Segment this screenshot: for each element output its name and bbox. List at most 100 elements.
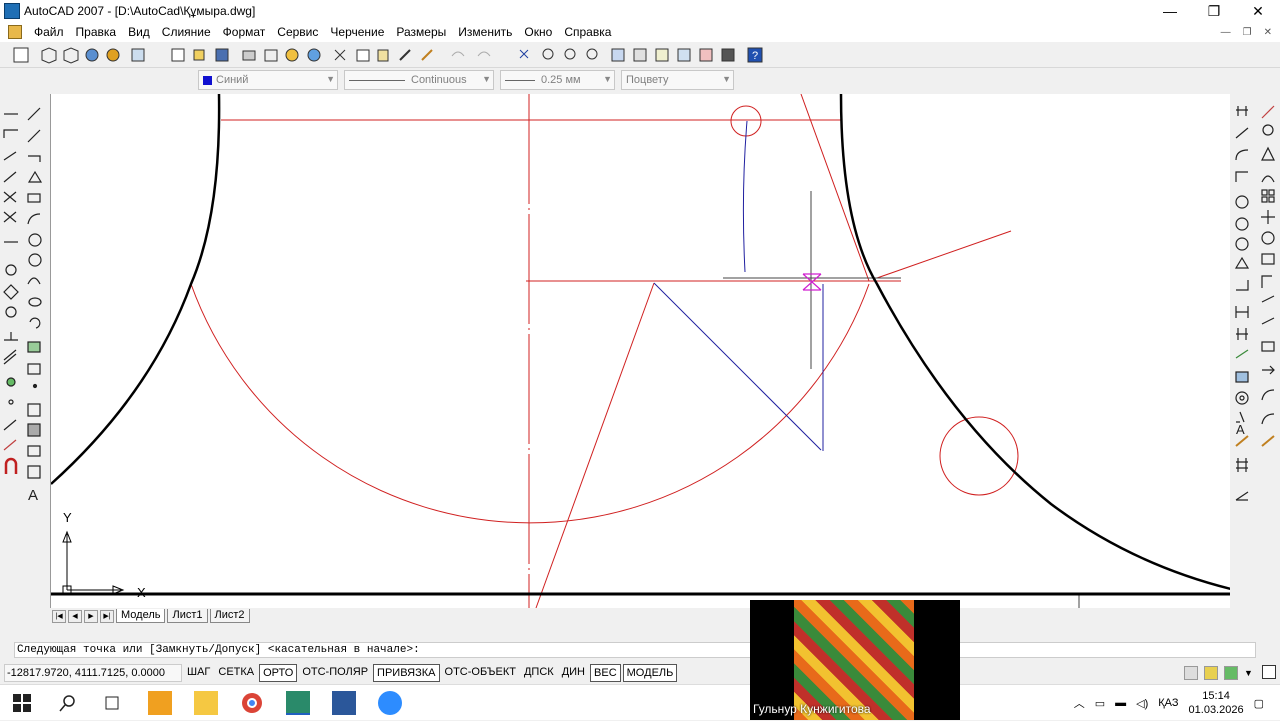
slanted-construction-line	[535, 282, 655, 608]
lineweight-sample-icon	[505, 79, 535, 81]
search-icon[interactable]	[56, 691, 80, 715]
menu-help[interactable]: Справка	[558, 25, 617, 39]
volume-icon[interactable]: ◁)	[1136, 697, 1148, 710]
chevron-down-icon: ▼	[722, 74, 731, 84]
menu-dimension[interactable]: Размеры	[390, 25, 452, 39]
plotstyle-value: Поцвету	[626, 74, 669, 86]
ucs-y-label: Y	[63, 510, 72, 525]
clock-date: 01.03.2026	[1188, 704, 1244, 716]
doc-minimize-button[interactable]: —	[1221, 27, 1231, 38]
participant-name: Гульнур Кунжигитова	[753, 702, 871, 716]
toggle-ducs[interactable]: ДПСК	[521, 664, 557, 682]
document-icon[interactable]	[8, 25, 22, 39]
ucs-icon	[62, 530, 125, 595]
menu-tools[interactable]: Сервис	[271, 25, 324, 39]
toggle-snap[interactable]: ШАГ	[184, 664, 213, 682]
minimize-button[interactable]: —	[1148, 0, 1192, 22]
layout-tabs-bar: |◀ ◀ ▶ ▶| Модель Лист1 Лист2	[50, 608, 1230, 624]
chevron-down-icon: ▼	[482, 74, 491, 84]
first-tab-button[interactable]: |◀	[52, 609, 66, 623]
drawing-canvas[interactable]: Y X	[50, 94, 1230, 608]
sublime-app-icon[interactable]	[148, 691, 172, 715]
autocad-app-icon[interactable]	[4, 3, 20, 19]
coordinates-display[interactable]: -12817.9720, 4111.7125, 0.0000	[4, 664, 182, 682]
toggle-ortho[interactable]: ОРТО	[259, 664, 298, 682]
command-prompt[interactable]: Следующая точка или [Замкнуть/Допуск] <к…	[14, 642, 1256, 658]
ucs-x-label: X	[137, 585, 146, 600]
menu-window[interactable]: Окно	[518, 25, 558, 39]
status-check-icon[interactable]	[1224, 666, 1238, 680]
doc-close-button[interactable]: ✕	[1264, 27, 1272, 38]
menu-bar: Файл Правка Вид Слияние Формат Сервис Че…	[0, 22, 1280, 42]
notifications-icon[interactable]: ▢	[1254, 697, 1264, 710]
toggle-lwt[interactable]: ВЕС	[590, 664, 621, 682]
toggle-dyn[interactable]: ДИН	[559, 664, 588, 682]
linetype-select[interactable]: Continuous ▼	[344, 70, 494, 90]
plotstyle-select[interactable]: Поцвету ▼	[621, 70, 734, 90]
tray-settings-icon[interactable]	[1184, 666, 1198, 680]
toggle-grid[interactable]: СЕТКА	[215, 664, 257, 682]
word-icon[interactable]	[332, 691, 356, 715]
menu-format[interactable]: Формат	[217, 25, 272, 39]
lineweight-select[interactable]: 0.25 мм ▼	[500, 70, 615, 90]
title-bar: AutoCAD 2007 - [D:\AutoCad\Құмыра.dwg] —…	[0, 0, 1280, 22]
menu-draw[interactable]: Черчение	[324, 25, 390, 39]
windows-start-icon[interactable]	[10, 691, 34, 715]
menu-view[interactable]: Вид	[122, 25, 156, 39]
vase-left-profile	[51, 94, 221, 485]
clock[interactable]: 15:14 01.03.2026	[1189, 689, 1244, 717]
zoom-icon[interactable]	[378, 691, 402, 715]
modify-toolbar: A	[1230, 92, 1280, 622]
toggle-model[interactable]: МОДЕЛЬ	[622, 664, 678, 682]
menu-file[interactable]: Файл	[28, 25, 70, 39]
chevron-down-icon[interactable]: ▼	[1244, 668, 1253, 678]
modify-tool-icons[interactable]: A	[1230, 102, 1280, 522]
system-tray: ︿ ▭ ▬ ◁) ҚАЗ 15:14 01.03.2026 ▢	[1074, 685, 1264, 721]
clean-screen-icon[interactable]	[1262, 665, 1276, 679]
right-construction-circle	[939, 416, 1019, 496]
toggle-osnap[interactable]: ПРИВЯЗКА	[373, 664, 440, 682]
language-indicator[interactable]: ҚАЗ	[1158, 697, 1178, 709]
menu-merge[interactable]: Слияние	[156, 25, 217, 39]
tab-layout2[interactable]: Лист2	[209, 609, 250, 623]
restore-button[interactable]: ❐	[1192, 0, 1236, 22]
menu-edit[interactable]: Правка	[70, 25, 123, 39]
tab-model[interactable]: Модель	[116, 609, 166, 623]
color-value: Синий	[216, 74, 249, 86]
close-button[interactable]: ✕	[1236, 0, 1280, 22]
draw-tool-icons[interactable]: A	[0, 102, 48, 502]
lineweight-value: 0.25 мм	[541, 74, 581, 86]
linetype-value: Continuous	[411, 74, 467, 86]
tangent-line	[876, 230, 1012, 279]
standard-toolbar: ?	[0, 42, 1280, 68]
network-icon[interactable]: ▭	[1095, 697, 1105, 710]
chrome-icon[interactable]	[240, 691, 264, 715]
prev-tab-button[interactable]: ◀	[68, 609, 82, 623]
clock-time: 15:14	[1202, 690, 1230, 702]
last-tab-button[interactable]: ▶|	[100, 609, 114, 623]
svg-text:A: A	[28, 487, 38, 502]
tab-layout1[interactable]: Лист1	[167, 609, 208, 623]
color-select[interactable]: Синий ▼	[198, 70, 338, 90]
battery-icon[interactable]: ▬	[1115, 697, 1126, 709]
lock-icon[interactable]	[1204, 666, 1218, 680]
toggle-otrack[interactable]: ОТС-ОБЪЕКТ	[442, 664, 519, 682]
window-title: AutoCAD 2007 - [D:\AutoCad\Құмыра.dwg]	[24, 4, 256, 18]
chevron-down-icon: ▼	[603, 74, 612, 84]
next-tab-button[interactable]: ▶	[84, 609, 98, 623]
toggle-polar[interactable]: ОТС-ПОЛЯР	[299, 664, 371, 682]
line-sample-icon	[349, 79, 405, 81]
color-swatch-icon	[203, 75, 212, 85]
chevron-up-icon[interactable]: ︿	[1074, 695, 1085, 711]
model-space-drawing[interactable]: Y X	[51, 94, 1230, 608]
windows-taskbar: ︿ ▭ ▬ ◁) ҚАЗ 15:14 01.03.2026 ▢	[0, 684, 1280, 720]
properties-toolbar: Синий ▼ Continuous ▼ 0.25 мм ▼ Поцвету ▼	[0, 68, 1280, 92]
file-explorer-icon[interactable]	[194, 691, 218, 715]
autocad-taskbar-icon[interactable]	[286, 691, 310, 715]
task-view-icon[interactable]	[100, 691, 124, 715]
status-bar: -12817.9720, 4111.7125, 0.0000 ШАГ СЕТКА…	[0, 662, 1280, 684]
menu-modify[interactable]: Изменить	[452, 25, 518, 39]
blue-diagonal-line	[653, 282, 822, 451]
doc-restore-button[interactable]: ❐	[1243, 27, 1252, 38]
draw-toolbar: A	[0, 92, 48, 622]
